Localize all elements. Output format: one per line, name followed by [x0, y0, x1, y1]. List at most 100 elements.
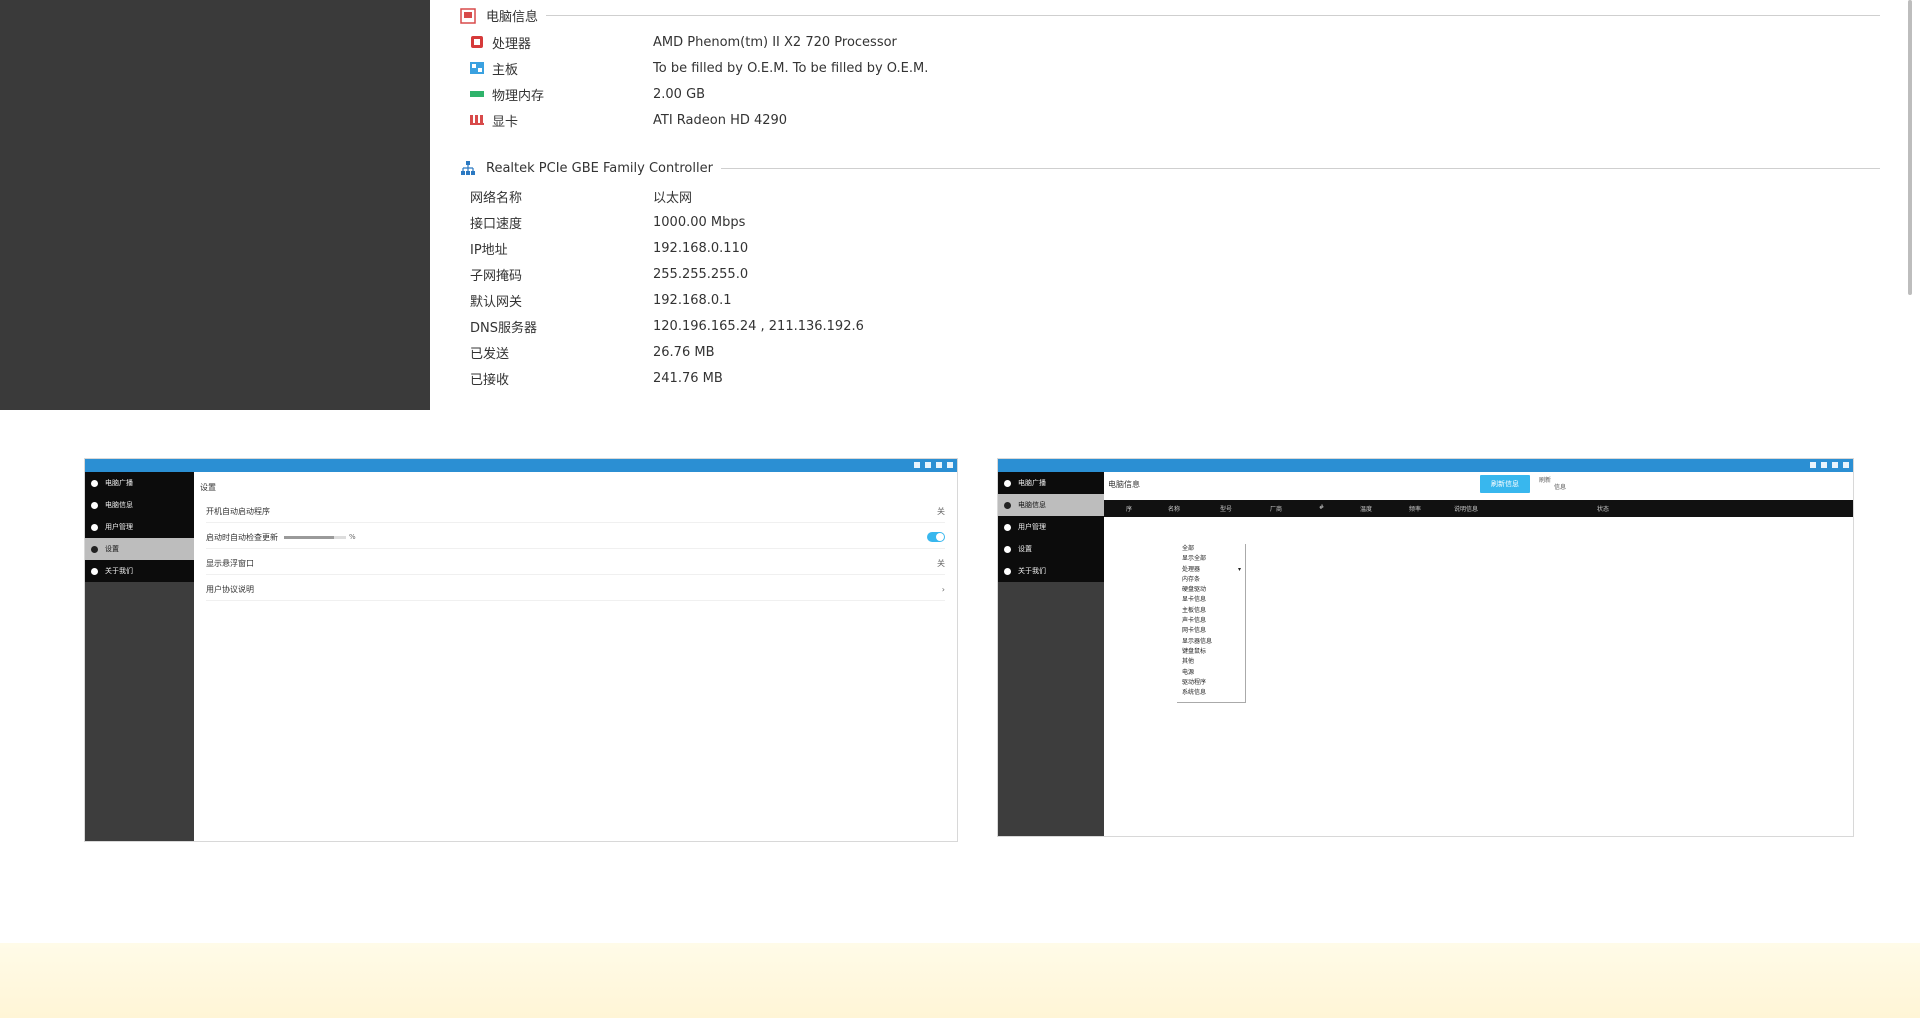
dropdown-item[interactable]: 显示全部 [1177, 554, 1245, 564]
dropdown-item[interactable]: 全部 [1177, 544, 1245, 554]
setting-row-user-agreement[interactable]: 用户协议说明 › [206, 578, 945, 601]
hardware-label: 显卡 [492, 114, 519, 130]
close-icon[interactable] [1843, 462, 1849, 468]
sidebar-item-settings[interactable]: 设置 [998, 538, 1104, 560]
sidebar-item-label: 设置 [105, 545, 119, 553]
settings-window-screenshot: 电脑广播 电脑信息 用户管理 设置 关于我们 设置 开机自动启动程序 关 启动时… [84, 458, 958, 842]
dropdown-item[interactable]: 其他 [1177, 657, 1245, 667]
sidebar: 电脑广播 电脑信息 用户管理 设置 关于我们 [998, 472, 1104, 836]
hardware-section-title: 电脑信息 [486, 10, 539, 25]
users-icon [91, 523, 98, 531]
sidebar-item-broadcast[interactable]: 电脑广播 [85, 472, 194, 494]
broadcast-icon [91, 479, 98, 487]
sidebar-item-about[interactable]: 关于我们 [998, 560, 1104, 582]
dropdown-item[interactable]: 声卡信息 [1177, 616, 1245, 626]
dropdown-item[interactable]: 显示器信息 [1177, 637, 1245, 647]
divider [720, 167, 1880, 169]
minimize-icon[interactable] [1821, 462, 1827, 468]
sidebar-item-computer-info[interactable]: 电脑信息 [85, 494, 194, 516]
network-row: 子网掩码 255.255.255.0 [470, 264, 748, 284]
sidebar-item-broadcast[interactable]: 电脑广播 [998, 472, 1104, 494]
maximize-icon[interactable] [936, 462, 942, 468]
sidebar-item-settings[interactable]: 设置 [85, 538, 194, 560]
network-value: 192.168.0.1 [653, 292, 732, 308]
dropdown-item[interactable]: 硬盘驱动 [1177, 585, 1245, 595]
dropdown-item[interactable]: 驱动程序 [1177, 678, 1245, 688]
dropdown-selected-value: 处理器 [1182, 565, 1201, 573]
gear-icon [1004, 545, 1011, 553]
dropdown-item[interactable]: 主板信息 [1177, 606, 1245, 616]
hardware-value: ATI Radeon HD 4290 [653, 112, 788, 128]
window-titlebar [85, 459, 957, 472]
network-row: IP地址 192.168.0.110 [470, 238, 748, 258]
network-label: 子网掩码 [470, 268, 523, 284]
hardware-row-motherboard: 主板 To be filled by O.E.M. To be filled b… [470, 58, 928, 78]
cpu-icon [471, 36, 483, 48]
network-label: IP地址 [470, 242, 508, 258]
sidebar-item-computer-info[interactable]: 电脑信息 [998, 494, 1104, 516]
sidebar-item-label: 关于我们 [1018, 567, 1046, 575]
setting-value[interactable]: 关 [937, 506, 945, 517]
sidebar: 电脑广播 电脑信息 用户管理 设置 关于我们 [85, 472, 194, 841]
network-row: 已接收 241.76 MB [470, 368, 723, 388]
update-progress-bar [284, 535, 346, 539]
dropdown-select[interactable]: 处理器 ▾ [1177, 565, 1245, 575]
sidebar-item-about[interactable]: 关于我们 [85, 560, 194, 582]
sidebar-item-label: 电脑信息 [1018, 501, 1046, 509]
hardware-row-cpu: 处理器 AMD Phenom(tm) II X2 720 Processor [470, 32, 897, 52]
network-value: 26.76 MB [653, 344, 715, 360]
menu-icon[interactable] [914, 462, 920, 468]
hardware-value: AMD Phenom(tm) II X2 720 Processor [653, 34, 897, 50]
network-label: 已发送 [470, 346, 510, 362]
sidebar-item-label: 设置 [1018, 545, 1032, 553]
hardware-section-header: 电脑信息 [460, 6, 1880, 25]
close-icon[interactable] [947, 462, 953, 468]
page-title: 设置 [200, 483, 216, 492]
setting-label: 用户协议说明 [206, 584, 254, 594]
scrollbar[interactable] [1908, 0, 1912, 295]
computer-icon [1004, 501, 1011, 509]
setting-row-auto-update[interactable]: 启动时自动检查更新 % [206, 526, 945, 549]
sidebar-item-label: 关于我们 [105, 567, 133, 575]
sidebar-item-users[interactable]: 用户管理 [85, 516, 194, 538]
category-dropdown[interactable]: 全部 显示全部 处理器 ▾ 内存条 硬盘驱动 显卡信息 主板信息 声卡信息 网卡信… [1177, 544, 1246, 703]
window-controls [914, 462, 953, 468]
network-label: 网络名称 [470, 190, 523, 206]
window-controls [1810, 462, 1849, 468]
column-header: 频率 [1409, 506, 1422, 513]
auto-update-toggle[interactable] [927, 532, 945, 542]
dropdown-item[interactable]: 电源 [1177, 668, 1245, 678]
progress-percent: % [349, 533, 356, 541]
note-text: 信息 [1554, 484, 1567, 491]
sidebar-item-users[interactable]: 用户管理 [998, 516, 1104, 538]
dropdown-item[interactable]: 显卡信息 [1177, 595, 1245, 605]
menu-icon[interactable] [1810, 462, 1816, 468]
setting-value[interactable]: 关 [937, 558, 945, 569]
note-text: 刷新 [1539, 477, 1552, 484]
info-icon [1004, 567, 1011, 575]
setting-row-floating-window[interactable]: 显示悬浮窗口 关 [206, 552, 945, 575]
maximize-icon[interactable] [1832, 462, 1838, 468]
refresh-info-button[interactable]: 刷新信息 [1480, 475, 1530, 493]
dropdown-item[interactable]: 网卡信息 [1177, 626, 1245, 636]
column-header: 状态 [1597, 506, 1610, 513]
dropdown-item[interactable]: 键盘鼠标 [1177, 647, 1245, 657]
network-label: 默认网关 [470, 294, 523, 310]
network-value: 192.168.0.110 [653, 240, 749, 256]
computer-icon [91, 501, 98, 509]
network-label: 接口速度 [470, 216, 523, 232]
network-row: 接口速度 1000.00 Mbps [470, 212, 745, 232]
sidebar-item-label: 电脑信息 [105, 501, 133, 509]
network-row: 网络名称 以太网 [470, 186, 692, 206]
computer-info-window-screenshot: 电脑广播 电脑信息 用户管理 设置 关于我们 电脑信息 刷新信息 刷新 信息 序… [997, 458, 1854, 837]
setting-row-autostart[interactable]: 开机自动启动程序 关 [206, 500, 945, 523]
setting-label: 显示悬浮窗口 [206, 558, 254, 568]
dropdown-item[interactable]: 内存条 [1177, 575, 1245, 585]
memory-icon [470, 91, 484, 97]
sidebar-item-label: 用户管理 [105, 523, 133, 531]
dropdown-item[interactable]: 系统信息 [1177, 688, 1245, 698]
network-icon [461, 161, 475, 175]
minimize-icon[interactable] [925, 462, 931, 468]
table-header: 序 名称 型号 厂商 # 温度 频率 说明信息 状态 [1104, 500, 1853, 517]
chevron-right-icon[interactable]: › [942, 585, 945, 594]
